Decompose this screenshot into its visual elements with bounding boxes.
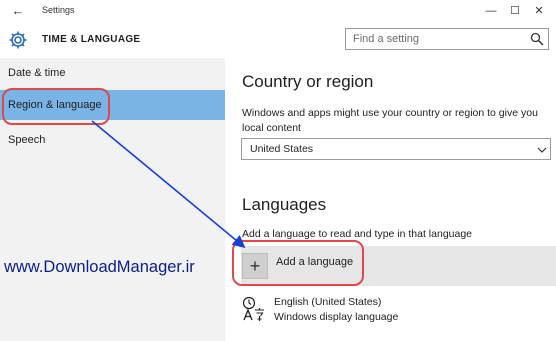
sidebar-item-speech[interactable]: Speech	[0, 125, 225, 155]
close-button[interactable]: ✕	[529, 2, 549, 20]
title-bar: ← Settings — ☐ ✕	[0, 0, 556, 22]
page-header: TIME & LANGUAGE	[0, 22, 556, 58]
search-box[interactable]	[345, 28, 549, 50]
add-language-label: Add a language	[276, 256, 354, 268]
country-select-value: United States	[250, 143, 314, 155]
search-input[interactable]	[346, 29, 524, 49]
page-title: TIME & LANGUAGE	[42, 34, 141, 45]
language-icon	[242, 296, 264, 321]
minimize-button[interactable]: —	[481, 2, 501, 20]
sidebar-item-region-language[interactable]: Region & language	[0, 90, 225, 120]
languages-heading: Languages	[242, 195, 327, 214]
plus-icon: +	[249, 256, 261, 276]
language-subtitle: Windows display language	[274, 311, 399, 323]
gear-icon	[9, 31, 27, 49]
sidebar: Date & time Region & language Speech	[0, 58, 225, 341]
language-name: English (United States)	[274, 296, 382, 308]
country-select[interactable]: United States	[241, 138, 551, 160]
add-icon-box: +	[242, 253, 268, 279]
main-content: Country or region Windows and apps might…	[225, 58, 556, 341]
back-button[interactable]: ←	[8, 3, 28, 19]
language-item-english[interactable]: English (United States) Windows display …	[241, 294, 556, 326]
chevron-down-icon	[537, 147, 547, 153]
sidebar-item-date-time[interactable]: Date & time	[0, 58, 225, 88]
languages-description: Add a language to read and type in that …	[242, 228, 473, 240]
app-title: Settings	[42, 5, 75, 15]
country-description: Windows and apps might use your country …	[242, 107, 538, 134]
search-icon[interactable]	[530, 32, 544, 46]
add-language-button[interactable]: + Add a language	[241, 246, 556, 286]
country-heading: Country or region	[242, 72, 374, 91]
maximize-button[interactable]: ☐	[505, 2, 525, 20]
